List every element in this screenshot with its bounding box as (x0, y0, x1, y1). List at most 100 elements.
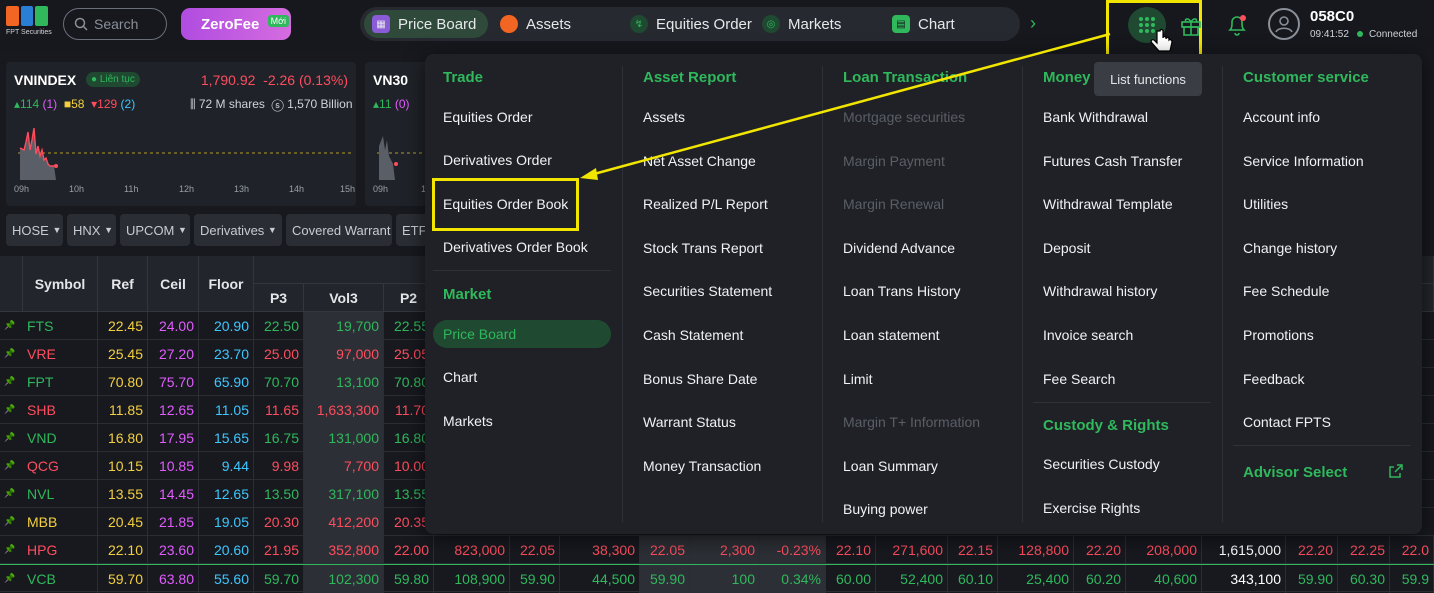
intraday-sparkline (18, 127, 352, 180)
cell-sym[interactable]: FTS (23, 312, 98, 340)
menu-item-asset-0[interactable]: Assets (643, 109, 685, 125)
col-p3[interactable]: P3 (254, 284, 304, 312)
menu-item-loan-9[interactable]: Buying power (843, 501, 928, 517)
menu-item-loan-3[interactable]: Dividend Advance (843, 240, 955, 256)
gift-icon[interactable] (1180, 14, 1202, 36)
menu-item-asset-3[interactable]: Stock Trans Report (643, 240, 763, 256)
menu-item-exercise-rights[interactable]: Exercise Rights (1043, 500, 1140, 516)
search-box[interactable]: Search (63, 8, 167, 40)
menu-item-money-0[interactable]: Bank Withdrawal (1043, 109, 1148, 125)
nav-equities-order[interactable]: ↯ Equities Order (630, 7, 752, 41)
external-link-icon[interactable] (1389, 464, 1403, 478)
menu-item-money-6[interactable]: Fee Search (1043, 371, 1115, 387)
menu-item-asset-7[interactable]: Warrant Status (643, 414, 736, 430)
user-icon (1275, 16, 1293, 33)
menu-item-service-6[interactable]: Feedback (1243, 371, 1304, 387)
menu-item-service-0[interactable]: Account info (1243, 109, 1320, 125)
pin-icon[interactable]: 📌 (4, 404, 15, 414)
search-input[interactable]: Search (94, 16, 138, 32)
nav-assets[interactable]: Assets (500, 7, 571, 41)
col-ref[interactable]: Ref (98, 256, 148, 312)
menu-item-money-4[interactable]: Withdrawal history (1043, 283, 1157, 299)
menu-item-asset-2[interactable]: Realized P/L Report (643, 196, 768, 212)
pin-icon[interactable]: 📌 (4, 516, 15, 526)
menu-item-price-board[interactable]: Price Board (433, 320, 611, 348)
tab-covered-warrant[interactable]: Covered Warrant (286, 214, 392, 246)
account-id[interactable]: 058C0 (1310, 8, 1354, 25)
col-floor[interactable]: Floor (199, 256, 254, 312)
menu-item-money-1[interactable]: Futures Cash Transfer (1043, 153, 1182, 169)
menu-item-asset-4[interactable]: Securities Statement (643, 283, 772, 299)
fpts-logo[interactable]: FPT Securities (6, 6, 52, 42)
menu-item-asset-1[interactable]: Net Asset Change (643, 153, 756, 169)
cell-extra: 0.34% (760, 565, 826, 593)
cell-sym[interactable]: MBB (23, 508, 98, 536)
tab-derivatives[interactable]: Derivatives ▼ (194, 214, 282, 246)
menu-item-loan-8[interactable]: Loan Summary (843, 458, 938, 474)
menu-item-derivatives-order-book[interactable]: Derivatives Order Book (443, 239, 588, 255)
avatar[interactable] (1268, 8, 1300, 40)
menu-item-loan-0[interactable]: Mortgage securities (843, 109, 965, 125)
cell-ceil: 14.45 (148, 480, 199, 508)
menu-item-equities-order[interactable]: Equities Order (443, 109, 532, 125)
menu-item-money-3[interactable]: Deposit (1043, 240, 1090, 256)
menu-item-service-7[interactable]: Contact FPTS (1243, 414, 1331, 430)
cell-extra: 60.30 (1338, 565, 1390, 593)
nav-price-board[interactable]: ▦ Price Board (364, 10, 489, 38)
pin-icon[interactable]: 📌 (4, 432, 15, 442)
cell-sym[interactable]: VND (23, 424, 98, 452)
pin-icon[interactable]: 📌 (4, 544, 15, 554)
cell-sym[interactable]: QCG (23, 452, 98, 480)
menu-item-service-3[interactable]: Change history (1243, 240, 1337, 256)
menu-item-loan-2[interactable]: Margin Renewal (843, 196, 944, 212)
chevron-down-icon: ▼ (178, 225, 187, 235)
cell-floor: 55.60 (199, 565, 254, 593)
cell-sym[interactable]: HPG (23, 536, 98, 564)
zerofee-button[interactable]: ZeroFee Mới (181, 8, 291, 40)
pin-icon[interactable]: 📌 (4, 348, 15, 358)
menu-item-asset-6[interactable]: Bonus Share Date (643, 371, 757, 387)
tab-upcom[interactable]: UPCOM ▼ (120, 214, 190, 246)
tab-hnx[interactable]: HNX ▼ (67, 214, 116, 246)
menu-item-service-4[interactable]: Fee Schedule (1243, 283, 1329, 299)
pin-icon[interactable]: 📌 (4, 573, 15, 583)
index-card-vnindex[interactable]: VNINDEX ● Liên tục 1,790.92 -2.26 (0.13%… (6, 62, 356, 206)
menu-item-loan-7[interactable]: Margin T+ Information (843, 414, 980, 430)
cell-sym[interactable]: NVL (23, 480, 98, 508)
nav-chart[interactable]: ▤ Chart (892, 7, 955, 41)
menu-item-loan-5[interactable]: Loan statement (843, 327, 940, 343)
menu-item-chart[interactable]: Chart (443, 369, 477, 385)
col-ceil[interactable]: Ceil (148, 256, 199, 312)
pin-icon[interactable]: 📌 (4, 488, 15, 498)
pin-icon[interactable]: 📌 (4, 376, 15, 386)
menu-item-advisor-select[interactable]: Advisor Select (1243, 464, 1347, 481)
menu-item-asset-5[interactable]: Cash Statement (643, 327, 743, 343)
bell-icon[interactable] (1226, 13, 1248, 37)
cell-sym[interactable]: VRE (23, 340, 98, 368)
highlight-equities-order-book (432, 178, 579, 231)
col-vol3[interactable]: Vol3 (304, 284, 384, 312)
menu-item-markets[interactable]: Markets (443, 413, 493, 429)
menu-item-securities-custody[interactable]: Securities Custody (1043, 456, 1160, 472)
table-row[interactable]: 📌 HPG 22.10 23.60 20.60 21.95 352,800 22.00 823,… (0, 536, 1434, 564)
pin-icon[interactable]: 📌 (4, 460, 15, 470)
cell-sym[interactable]: FPT (23, 368, 98, 396)
menu-item-service-5[interactable]: Promotions (1243, 327, 1314, 343)
menu-item-derivatives-order[interactable]: Derivatives Order (443, 152, 552, 168)
cell-sym[interactable]: VCB (23, 565, 98, 593)
menu-item-service-2[interactable]: Utilities (1243, 196, 1288, 212)
menu-item-loan-1[interactable]: Margin Payment (843, 153, 945, 169)
table-row[interactable]: 📌 VCB 59.70 63.80 55.60 59.70 102,300 59.80 108,… (0, 564, 1434, 593)
menu-item-money-5[interactable]: Invoice search (1043, 327, 1133, 343)
nav-scroll-right-icon[interactable]: › (1030, 13, 1036, 34)
tab-hose[interactable]: HOSE ▼ (6, 214, 63, 246)
nav-markets[interactable]: ◎ Markets (762, 7, 841, 41)
menu-item-loan-4[interactable]: Loan Trans History (843, 283, 961, 299)
col-symbol[interactable]: Symbol (23, 256, 98, 312)
menu-item-loan-6[interactable]: Limit (843, 371, 873, 387)
menu-item-service-1[interactable]: Service Information (1243, 153, 1364, 169)
pin-icon[interactable]: 📌 (4, 320, 15, 330)
cell-sym[interactable]: SHB (23, 396, 98, 424)
menu-item-asset-8[interactable]: Money Transaction (643, 458, 761, 474)
menu-item-money-2[interactable]: Withdrawal Template (1043, 196, 1173, 212)
